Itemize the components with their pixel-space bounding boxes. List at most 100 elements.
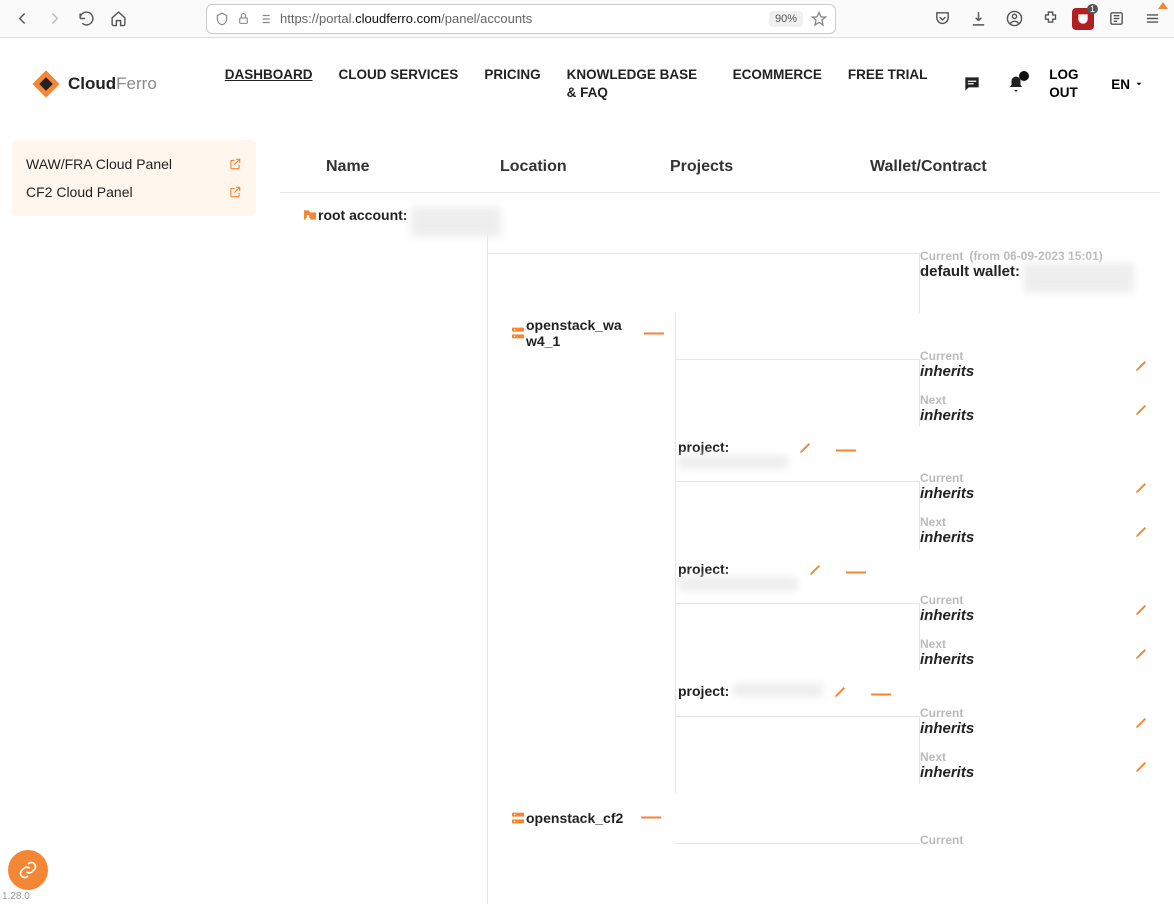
- project-row: project: —: [678, 683, 1160, 706]
- tree-connector: [487, 253, 920, 313]
- home-button[interactable]: [104, 5, 132, 33]
- header-right: LOG OUT EN: [961, 66, 1144, 101]
- nav-free-trial[interactable]: FREE TRIAL: [848, 66, 928, 101]
- wallet-row: Currentinherits: [920, 593, 1160, 637]
- account-tree: root account: Current(from 06-09-2023 15…: [280, 193, 1160, 863]
- edit-wallet-button[interactable]: [1134, 645, 1150, 661]
- browser-right-icons: 1: [928, 5, 1166, 33]
- nav-dashboard[interactable]: DASHBOARD: [225, 66, 313, 101]
- tree-line: [675, 313, 676, 793]
- url-text: https://portal.cloudferro.com/panel/acco…: [280, 11, 761, 26]
- tree-connector: [675, 393, 920, 427]
- external-link-icon: [228, 185, 242, 199]
- nav-ecommerce[interactable]: ECOMMERCE: [733, 66, 822, 101]
- edit-wallet-button[interactable]: [1134, 479, 1150, 495]
- tree-line: [487, 213, 488, 904]
- collapse-button[interactable]: —: [836, 439, 856, 462]
- feedback-button[interactable]: [8, 850, 48, 890]
- notice-dot-icon: [1158, 2, 1168, 9]
- edit-wallet-button[interactable]: [1134, 714, 1150, 730]
- location-row: openstack_cf2 —: [510, 806, 1160, 829]
- messages-icon[interactable]: [961, 73, 983, 95]
- main-nav: DASHBOARD CLOUD SERVICES PRICING KNOWLED…: [225, 66, 928, 101]
- sidebar-waw-link[interactable]: WAW/FRA Cloud Panel: [26, 150, 242, 178]
- col-projects: Projects: [670, 158, 870, 176]
- edit-wallet-button[interactable]: [1134, 758, 1150, 774]
- folder-user-icon: [302, 207, 318, 237]
- library-icon[interactable]: [1102, 5, 1130, 33]
- col-location: Location: [500, 158, 670, 176]
- col-wallet: Wallet/Contract: [870, 158, 1160, 176]
- edit-wallet-button[interactable]: [1134, 401, 1150, 417]
- edit-project-button[interactable]: [833, 683, 849, 699]
- menu-icon[interactable]: [1138, 5, 1166, 33]
- version-label: 1.28.0: [2, 891, 30, 902]
- location-row: openstack_waw4_1 —: [510, 317, 1160, 349]
- wallet-row: Currentinherits: [920, 349, 1160, 393]
- accounts-content: Name Location Projects Wallet/Contract r…: [280, 150, 1160, 904]
- project-row: project: —: [678, 439, 1160, 471]
- col-name: Name: [280, 158, 500, 176]
- account-icon[interactable]: [1000, 5, 1028, 33]
- logo-icon: [30, 68, 62, 100]
- forward-button[interactable]: [40, 5, 68, 33]
- zoom-level[interactable]: 90%: [769, 11, 803, 27]
- star-icon[interactable]: [811, 11, 827, 27]
- tree-connector: [675, 481, 920, 515]
- wallet-row: Currentinherits: [920, 706, 1160, 750]
- permissions-icon: [258, 12, 272, 26]
- edit-project-button[interactable]: [798, 439, 814, 455]
- tree-connector: [675, 603, 920, 637]
- ublock-icon[interactable]: 1: [1072, 8, 1094, 30]
- browser-toolbar: https://portal.cloudferro.com/panel/acco…: [0, 0, 1174, 38]
- project-name-masked: [733, 683, 823, 697]
- external-link-icon: [228, 157, 242, 171]
- project-label: project:: [678, 683, 729, 699]
- downloads-icon[interactable]: [964, 5, 992, 33]
- reload-button[interactable]: [72, 5, 100, 33]
- tree-connector: [675, 750, 920, 784]
- extensions-icon[interactable]: [1036, 5, 1064, 33]
- nav-cloud-services[interactable]: CLOUD SERVICES: [339, 66, 459, 101]
- root-label: root account:: [318, 207, 407, 223]
- url-bar[interactable]: https://portal.cloudferro.com/panel/acco…: [206, 4, 836, 34]
- sidebar-cf2-link[interactable]: CF2 Cloud Panel: [26, 178, 242, 206]
- nav-knowledge-base[interactable]: KNOWLEDGE BASE & FAQ: [567, 66, 707, 101]
- logout-link[interactable]: LOG OUT: [1049, 66, 1089, 101]
- back-button[interactable]: [8, 5, 36, 33]
- wallet-name-masked: [1024, 263, 1134, 293]
- edit-wallet-button[interactable]: [1134, 523, 1150, 539]
- shield-icon: [215, 12, 229, 26]
- location-name: openstack_waw4_1: [526, 317, 626, 349]
- link-icon: [18, 860, 38, 880]
- notifications-icon[interactable]: [1005, 73, 1027, 95]
- logo-text: CloudFerro: [68, 74, 157, 94]
- collapse-button[interactable]: —: [846, 561, 866, 584]
- collapse-button[interactable]: —: [644, 322, 664, 345]
- nav-pricing[interactable]: PRICING: [484, 66, 540, 101]
- language-selector[interactable]: EN: [1111, 77, 1144, 92]
- pocket-icon[interactable]: [928, 5, 956, 33]
- project-name-masked: [678, 577, 798, 591]
- chevron-down-icon: [1134, 79, 1144, 89]
- edit-wallet-button[interactable]: [1134, 601, 1150, 617]
- column-headers: Name Location Projects Wallet/Contract: [280, 150, 1160, 193]
- edit-project-button[interactable]: [808, 561, 824, 577]
- wallet-row: Currentinherits: [920, 471, 1160, 515]
- location-name: openstack_cf2: [526, 810, 623, 826]
- collapse-button[interactable]: —: [871, 683, 891, 706]
- wallet-row: Nextinherits: [920, 637, 1160, 671]
- collapse-button[interactable]: —: [641, 806, 661, 829]
- project-name-masked: [678, 455, 788, 469]
- notification-dot-icon: [1019, 71, 1029, 81]
- logo[interactable]: CloudFerro: [30, 68, 157, 100]
- tree-connector: [675, 843, 920, 863]
- project-label: project:: [678, 561, 729, 577]
- wallet-row: Current: [920, 833, 1160, 863]
- edit-wallet-button[interactable]: [1134, 357, 1150, 373]
- wallet-row: Nextinherits: [920, 515, 1160, 549]
- lock-icon: [237, 12, 250, 25]
- tree-connector: [675, 716, 920, 750]
- wallet-row: Nextinherits: [920, 393, 1160, 427]
- tree-connector: [675, 515, 920, 549]
